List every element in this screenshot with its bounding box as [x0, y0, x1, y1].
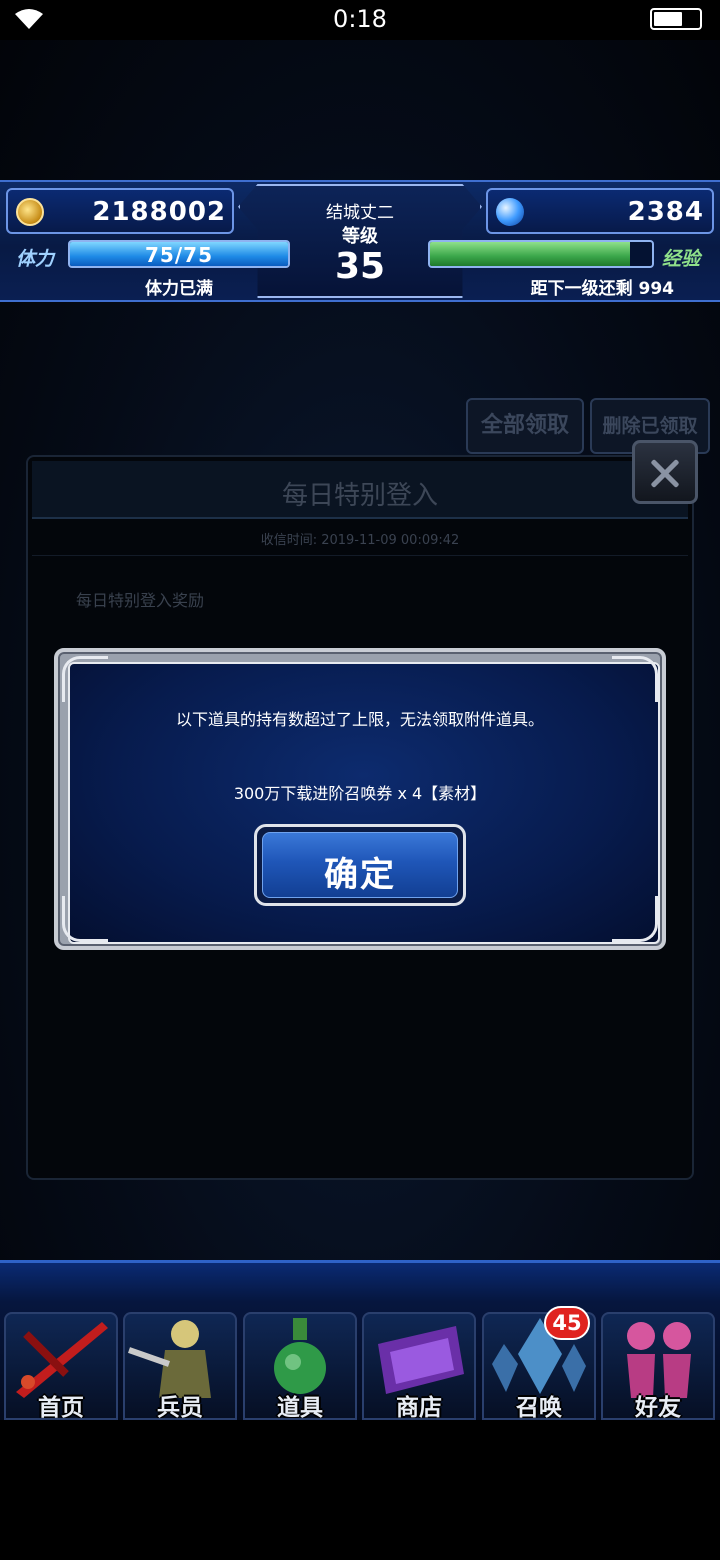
exp-remaining-label: 距下一级还剩 [530, 279, 633, 299]
nav-items[interactable]: 道具 [243, 1312, 357, 1420]
nav-home[interactable]: 首页 [4, 1312, 118, 1420]
player-name: 结城丈二 [326, 203, 394, 223]
nav-units[interactable]: 兵员 [123, 1312, 237, 1420]
status-time: 0:18 [333, 5, 387, 33]
confirm-button[interactable]: 确定 [254, 824, 466, 906]
mail-header: 每日特别登入 [32, 461, 688, 519]
ornament-corner [612, 896, 658, 942]
shop-icon [378, 1326, 464, 1394]
exp-remaining-value: 994 [638, 279, 675, 299]
sword-icon [16, 1322, 108, 1398]
nav-label-shop: 商店 [396, 1395, 442, 1420]
ornament-corner [612, 656, 658, 702]
nav-friends[interactable]: 好友 [601, 1312, 715, 1420]
status-bar: 0:18 [0, 0, 720, 40]
gem-icon [496, 198, 524, 226]
alert-dialog: 以下道具的持有数超过了上限，无法领取附件道具。 300万下载进阶召唤券 x 4【… [54, 648, 666, 950]
received-value: 2019-11-09 00:09:42 [321, 533, 460, 548]
alert-item: 300万下载进阶召唤券 x 4【素材】 [233, 784, 487, 803]
potion-icon [274, 1318, 326, 1394]
nav-shop[interactable]: 商店 [362, 1312, 476, 1420]
gem-counter: 2384 [486, 188, 714, 234]
nav-label-units: 兵员 [157, 1395, 203, 1420]
confirm-button-face: 确定 [262, 832, 458, 898]
top-hud: 2188002 2384 结城丈二 等级 35 体力 75/75 体力已满 经验… [0, 180, 720, 302]
summon-badge: 45 [544, 1306, 590, 1340]
nav-label-friends: 好友 [635, 1395, 681, 1420]
warrior-icon [128, 1320, 211, 1398]
exp-bar [428, 240, 654, 268]
bottom-black-area [0, 1420, 720, 1560]
coin-icon [16, 198, 44, 226]
received-label: 收信时间: [260, 533, 318, 548]
confirm-label: 确定 [324, 855, 396, 895]
ornament-corner [62, 896, 108, 942]
mail-title: 每日特别登入 [281, 481, 438, 511]
stamina-bar: 75/75 [68, 240, 290, 268]
battery-icon [650, 8, 702, 30]
divider [32, 555, 688, 556]
close-button[interactable] [632, 440, 698, 504]
gil-value: 2188002 [92, 197, 226, 227]
nav-label-home: 首页 [38, 1395, 84, 1420]
nav-label-summon: 召唤 [516, 1395, 562, 1420]
claim-all-button[interactable]: 全部领取 [466, 398, 584, 454]
gem-value: 2384 [627, 197, 704, 227]
exp-fill [430, 242, 630, 266]
alert-message: 以下道具的持有数超过了上限，无法领取附件道具。 [175, 710, 544, 729]
ornament-corner [62, 656, 108, 702]
exp-remaining: 距下一级还剩 994 [430, 274, 674, 299]
gil-counter: 2188002 [6, 188, 234, 234]
mail-received-time: 收信时间: 2019-11-09 00:09:42 [28, 529, 692, 548]
nav-label-items: 道具 [277, 1395, 323, 1420]
stamina-value: 75/75 [145, 243, 213, 267]
friends-icon [627, 1322, 691, 1398]
stamina-status: 体力已满 [145, 279, 213, 299]
exp-label: 经验 [662, 248, 701, 270]
stamina-label: 体力 [16, 248, 55, 270]
mail-body: 每日特别登入奖励 [76, 591, 205, 610]
